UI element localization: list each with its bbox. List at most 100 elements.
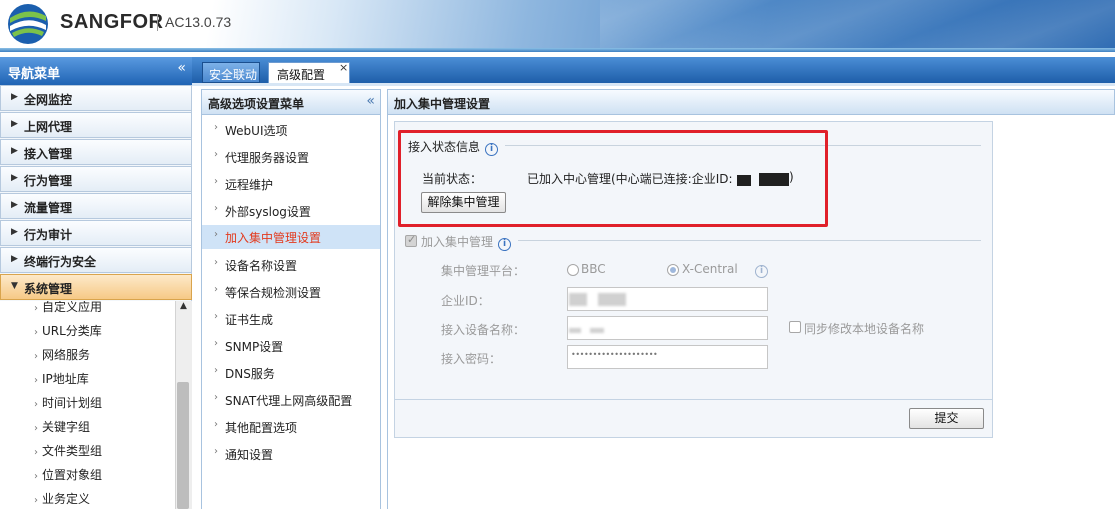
submenu-item-schedule[interactable]: › 时间计划组 xyxy=(34,394,102,411)
menu-item-device-name[interactable]: › 设备名称设置 xyxy=(202,253,380,277)
nav-item-label: 全网监控 xyxy=(24,93,73,107)
tab-underline xyxy=(192,83,1115,86)
submenu-item-location[interactable]: › 位置对象组 xyxy=(34,466,102,483)
nav-item-label: 系统管理 xyxy=(24,282,73,296)
nav-menu-header: 导航菜单 « xyxy=(0,57,192,85)
chevron-right-icon: › xyxy=(214,311,218,322)
platform-option-bbc: BBC xyxy=(581,262,606,276)
nav-item-behavior-audit[interactable]: ▶ 行为审计 xyxy=(0,220,192,246)
highlight-annotation-box xyxy=(398,130,828,227)
header-decoration xyxy=(600,0,1115,48)
triangle-right-icon: ▶ xyxy=(11,200,18,210)
menu-item-dns[interactable]: › DNS服务 xyxy=(202,361,380,385)
platform-label: 集中管理平台： xyxy=(441,264,526,278)
form-footer-divider xyxy=(395,399,992,400)
menu-item-snmp[interactable]: › SNMP设置 xyxy=(202,334,380,358)
device-name-label: 接入设备名称： xyxy=(441,323,526,337)
nav-menu-title: 导航菜单 xyxy=(8,67,61,82)
scrollbar-thumb[interactable] xyxy=(177,382,189,509)
header-divider xyxy=(157,14,158,31)
chevron-right-icon: › xyxy=(214,284,218,295)
chevron-right-icon: › xyxy=(34,327,38,338)
menu-item-other-config[interactable]: › 其他配置选项 xyxy=(202,415,380,439)
close-icon[interactable]: × xyxy=(339,61,348,74)
nav-item-access-management[interactable]: ▶ 接入管理 xyxy=(0,139,192,165)
tab-bar: 安全联动 高级配置 × xyxy=(192,57,1115,83)
menu-item-central-management[interactable]: › 加入集中管理设置 xyxy=(202,225,380,249)
chevron-right-icon: › xyxy=(214,419,218,430)
nav-item-traffic-management[interactable]: ▶ 流量管理 xyxy=(0,193,192,219)
menu-item-certificate[interactable]: › 证书生成 xyxy=(202,307,380,331)
chevron-right-icon: › xyxy=(214,203,218,214)
app-header: SANGFOR AC13.0.73 xyxy=(0,0,1115,48)
join-central-management-checkbox[interactable] xyxy=(405,233,417,247)
menu-item-notification[interactable]: › 通知设置 xyxy=(202,442,380,466)
chevron-right-icon: › xyxy=(214,446,218,457)
double-chevron-left-icon[interactable]: « xyxy=(366,93,375,109)
submenu-item-keyword[interactable]: › 关键字组 xyxy=(34,418,90,435)
nav-item-endpoint-security[interactable]: ▶ 终端行为安全 xyxy=(0,247,192,273)
nav-item-full-network-monitor[interactable]: ▶ 全网监控 xyxy=(0,85,192,111)
submenu-item-file-type[interactable]: › 文件类型组 xyxy=(34,442,102,459)
join-section-legend: 加入集中管理 i xyxy=(421,233,512,251)
submenu-item-url-category[interactable]: › URL分类库 xyxy=(34,322,102,339)
blurred-value xyxy=(590,328,604,333)
menu-item-snat[interactable]: › SNAT代理上网高级配置 xyxy=(202,388,380,412)
triangle-right-icon: ▶ xyxy=(11,227,18,237)
nav-item-label: 接入管理 xyxy=(24,147,73,161)
advanced-menu-header: 高级选项设置菜单 « xyxy=(201,89,381,115)
password-label: 接入密码： xyxy=(441,352,502,366)
nav-item-behavior-management[interactable]: ▶ 行为管理 xyxy=(0,166,192,192)
chevron-right-icon: › xyxy=(214,229,218,240)
blurred-value xyxy=(569,328,581,333)
menu-item-webui[interactable]: › WebUI选项 xyxy=(202,118,380,142)
chevron-right-icon: › xyxy=(214,257,218,268)
menu-item-syslog[interactable]: › 外部syslog设置 xyxy=(202,199,380,223)
sync-device-name-checkbox[interactable] xyxy=(789,321,801,333)
chevron-right-icon: › xyxy=(34,303,38,314)
triangle-right-icon: ▶ xyxy=(11,92,18,102)
nav-item-internet-proxy[interactable]: ▶ 上网代理 xyxy=(0,112,192,138)
blurred-value xyxy=(598,293,626,306)
platform-radio-xcentral[interactable] xyxy=(667,264,679,276)
chevron-right-icon: › xyxy=(34,495,38,506)
platform-option-xcentral: X-Central xyxy=(682,262,738,276)
enterprise-id-label: 企业ID： xyxy=(441,294,490,308)
platform-info: i xyxy=(750,262,768,278)
chevron-right-icon: › xyxy=(34,447,38,458)
submenu-item-custom-app[interactable]: › 自定义应用 xyxy=(34,301,102,315)
section-divider xyxy=(518,240,981,241)
panel-title: 加入集中管理设置 xyxy=(394,97,491,111)
panel-header: 加入集中管理设置 xyxy=(387,89,1115,115)
chevron-right-icon: › xyxy=(214,392,218,403)
sync-device-name-label: 同步修改本地设备名称 xyxy=(804,322,925,336)
submenu-item-business[interactable]: › 业务定义 xyxy=(34,490,90,507)
tab-advanced-config[interactable]: 高级配置 × xyxy=(268,61,350,83)
double-chevron-left-icon[interactable]: « xyxy=(177,60,186,76)
nav-submenu: › 自定义应用 › URL分类库 › 网络服务 › IP地址库 › 时间计划组 › 关键字组… xyxy=(0,301,175,509)
nav-item-system-management[interactable]: ▼ 系统管理 xyxy=(0,274,192,300)
chevron-right-icon: › xyxy=(34,423,38,434)
submenu-item-ip-library[interactable]: › IP地址库 xyxy=(34,370,89,387)
info-icon: i xyxy=(755,265,768,278)
chevron-right-icon: › xyxy=(34,351,38,362)
chevron-right-icon: › xyxy=(214,149,218,160)
info-icon: i xyxy=(498,238,512,251)
scroll-up-arrow-icon[interactable]: ▲ xyxy=(175,301,192,317)
chevron-right-icon: › xyxy=(34,399,38,410)
menu-item-remote-maintenance[interactable]: › 远程维护 xyxy=(202,172,380,196)
chevron-right-icon: › xyxy=(214,365,218,376)
submenu-item-network-service[interactable]: › 网络服务 xyxy=(34,346,90,363)
tab-label: 高级配置 xyxy=(277,68,326,82)
nav-item-label: 行为审计 xyxy=(24,228,73,242)
chevron-right-icon: › xyxy=(34,375,38,386)
password-value: •••••••••••••••••••• xyxy=(571,350,658,359)
submit-button[interactable]: 提交 xyxy=(909,408,984,429)
tab-security-linkage[interactable]: 安全联动 xyxy=(202,62,260,83)
menu-item-compliance[interactable]: › 等保合规检测设置 xyxy=(202,280,380,304)
brand-name: SANGFOR xyxy=(60,11,164,33)
triangle-down-icon: ▼ xyxy=(11,281,18,291)
menu-item-proxy-server[interactable]: › 代理服务器设置 xyxy=(202,145,380,169)
triangle-right-icon: ▶ xyxy=(11,146,18,156)
platform-radio-bbc[interactable] xyxy=(567,264,579,276)
